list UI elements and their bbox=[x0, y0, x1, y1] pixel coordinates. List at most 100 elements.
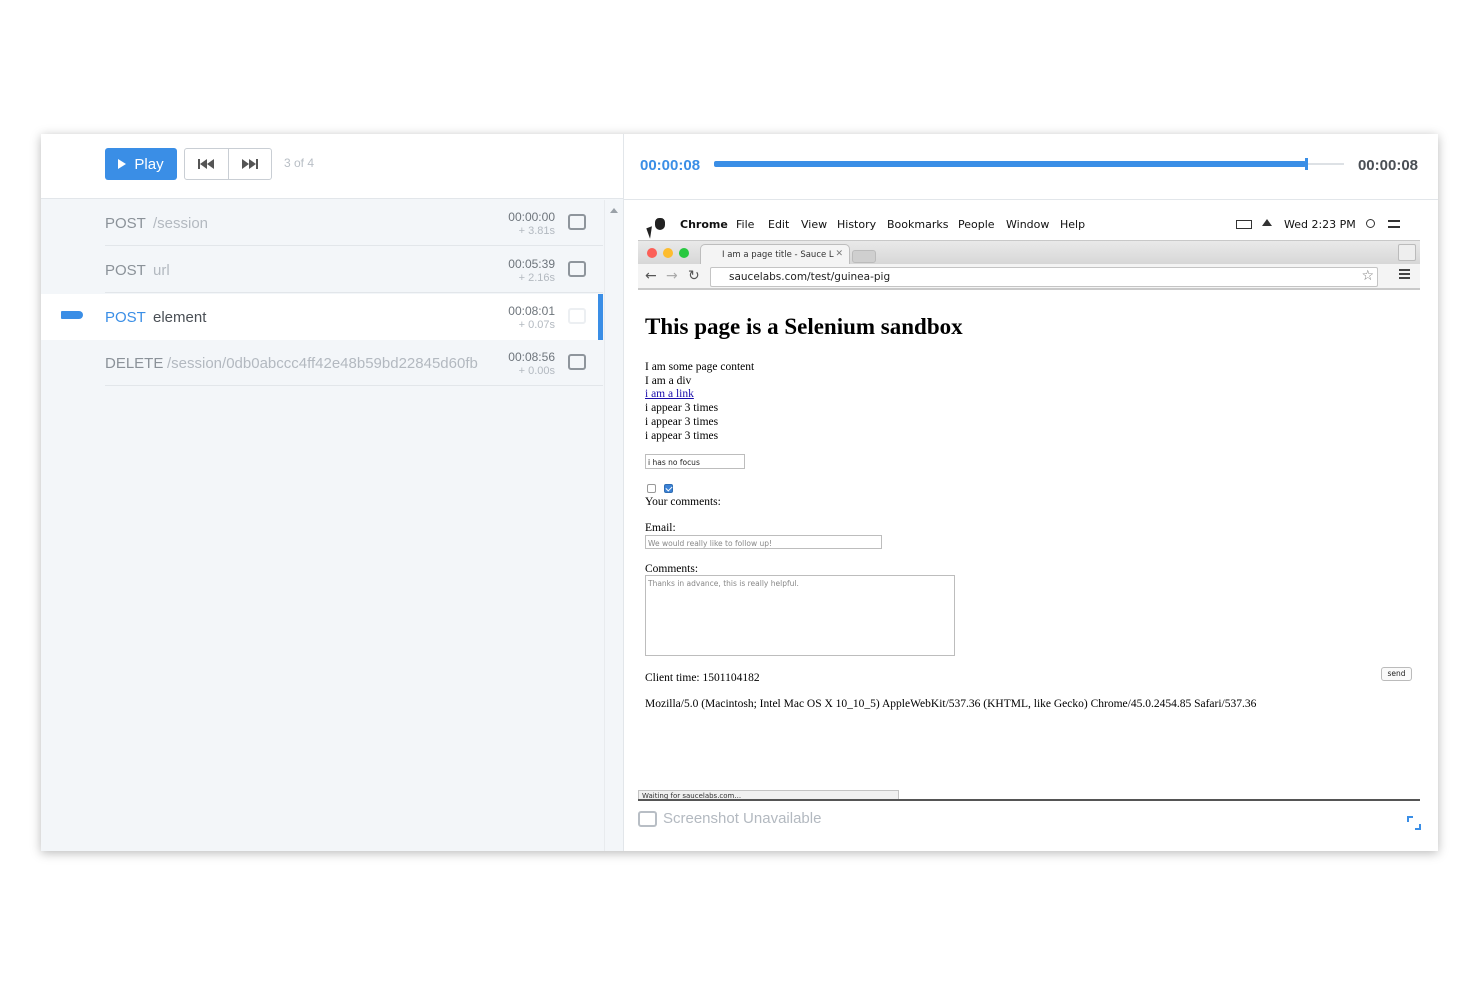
eject-icon bbox=[1262, 219, 1272, 226]
back-icon[interactable]: ← bbox=[645, 268, 657, 284]
new-tab-button[interactable] bbox=[852, 250, 876, 263]
send-button[interactable]: send bbox=[1381, 667, 1412, 681]
screenshot-icon[interactable] bbox=[568, 261, 586, 277]
command-method: POST bbox=[105, 309, 146, 326]
page-content-text: I am some page content bbox=[645, 361, 755, 373]
command-path: /session/0db0abccc4ff42e48b59bd22845d60f… bbox=[167, 355, 478, 372]
menu-item: History bbox=[837, 218, 877, 231]
email-label: Email: bbox=[645, 522, 676, 534]
replay-window: Play 3 of 4 POST /session 00:00:00 + 3.8… bbox=[41, 134, 1438, 851]
checked-checkbox[interactable] bbox=[664, 484, 673, 493]
address-bar[interactable]: saucelabs.com/test/guinea-pig bbox=[710, 267, 1378, 287]
menu-item: Edit bbox=[768, 218, 790, 231]
screenshot-icon bbox=[638, 810, 657, 827]
reload-icon[interactable]: ↻ bbox=[688, 268, 700, 284]
preview-panel: 00:00:08 00:00:08 Chrome File Edit View … bbox=[624, 134, 1438, 851]
command-panel: Play 3 of 4 POST /session 00:00:00 + 3.8… bbox=[41, 134, 623, 851]
comments-textarea[interactable]: Thanks in advance, this is really helpfu… bbox=[645, 575, 955, 656]
profile-icon[interactable] bbox=[1398, 244, 1416, 261]
menu-item: Window bbox=[1006, 218, 1050, 231]
command-row[interactable]: POST url 00:05:39 + 2.16s bbox=[41, 247, 603, 293]
previous-step-button[interactable] bbox=[185, 149, 228, 179]
command-delta: + 0.07s bbox=[518, 319, 555, 331]
screenshot-unavailable: Screenshot Unavailable bbox=[638, 810, 821, 827]
repeat-text: i appear 3 times bbox=[645, 430, 719, 442]
step-controls bbox=[184, 148, 272, 180]
timeline-current-time: 00:00:08 bbox=[640, 157, 701, 174]
command-time: 00:00:00 bbox=[508, 210, 555, 224]
mac-menu-bar: Chrome File Edit View History Bookmarks … bbox=[638, 210, 1420, 240]
mouse-cursor-icon bbox=[646, 226, 656, 239]
timeline-progress bbox=[714, 161, 1307, 167]
screenshot-icon[interactable] bbox=[568, 308, 586, 324]
browser-tab[interactable]: I am a page title - Sauce L ✕ bbox=[700, 244, 850, 265]
command-time: 00:08:01 bbox=[508, 304, 555, 318]
command-time: 00:08:56 bbox=[508, 350, 555, 364]
screenshot: Chrome File Edit View History Bookmarks … bbox=[638, 210, 1420, 801]
scroll-up-icon[interactable] bbox=[610, 208, 618, 213]
screenshot-icon[interactable] bbox=[568, 214, 586, 230]
command-row[interactable]: DELETE /session/0db0abccc4ff42e48b59bd22… bbox=[41, 340, 603, 386]
menu-app: Chrome bbox=[680, 218, 728, 231]
client-time: Client time: 1501104182 bbox=[645, 672, 760, 684]
command-delta: + 0.00s bbox=[518, 365, 555, 377]
menu-item: People bbox=[958, 218, 995, 231]
skip-back-icon bbox=[198, 159, 215, 169]
close-window-icon[interactable] bbox=[647, 248, 657, 258]
forward-icon[interactable]: → bbox=[666, 268, 678, 284]
tab-title: I am a page title - Sauce L bbox=[722, 250, 834, 260]
command-row[interactable]: POST /session 00:00:00 + 3.81s bbox=[41, 200, 603, 246]
command-method: DELETE bbox=[105, 355, 164, 372]
command-delta: + 2.16s bbox=[518, 272, 555, 284]
next-step-button[interactable] bbox=[227, 149, 272, 179]
unchecked-checkbox[interactable] bbox=[647, 484, 656, 493]
bookmark-star-icon[interactable]: ☆ bbox=[1361, 268, 1374, 284]
browser-toolbar: ← → ↻ saucelabs.com/test/guinea-pig ☆ bbox=[638, 264, 1420, 290]
apple-icon bbox=[655, 218, 665, 230]
page-heading: This page is a Selenium sandbox bbox=[645, 314, 963, 339]
command-delta: + 3.81s bbox=[518, 225, 555, 237]
current-step-marker bbox=[61, 311, 83, 319]
screenshot-bottom-border bbox=[638, 799, 1420, 801]
repeat-text: i appear 3 times bbox=[645, 416, 719, 428]
play-icon bbox=[118, 159, 127, 169]
menu-item: Help bbox=[1060, 218, 1086, 231]
menu-item: Bookmarks bbox=[887, 218, 949, 231]
repeat-text: i appear 3 times bbox=[645, 402, 719, 414]
command-path: /session bbox=[153, 215, 209, 232]
command-list-scrollbar[interactable] bbox=[604, 200, 623, 851]
command-method: POST bbox=[105, 262, 146, 279]
airplay-icon bbox=[1236, 220, 1252, 229]
play-button[interactable]: Play bbox=[105, 148, 177, 180]
page-link[interactable]: i am a link bbox=[645, 388, 694, 400]
timeline-handle[interactable] bbox=[1305, 158, 1309, 170]
command-path: element bbox=[153, 309, 207, 326]
step-counter: 3 of 4 bbox=[284, 156, 315, 170]
timeline-duration: 00:00:08 bbox=[1357, 157, 1418, 174]
menu-item: File bbox=[736, 218, 755, 231]
timeline: 00:00:08 00:00:08 bbox=[624, 134, 1438, 200]
spotlight-icon bbox=[1366, 219, 1375, 228]
play-label: Play bbox=[134, 155, 164, 173]
maximize-window-icon[interactable] bbox=[679, 248, 689, 258]
command-row-selected[interactable]: POST element 00:08:01 + 0.07s bbox=[41, 294, 603, 340]
screenshot-icon[interactable] bbox=[568, 354, 586, 370]
div-text: I am a div bbox=[645, 375, 692, 387]
no-focus-input[interactable]: i has no focus bbox=[645, 454, 745, 469]
comments-label: Comments: bbox=[645, 563, 699, 575]
user-agent-text: Mozilla/5.0 (Macintosh; Intel Mac OS X 1… bbox=[645, 698, 1257, 710]
expand-icon[interactable] bbox=[1407, 816, 1421, 830]
command-time: 00:05:39 bbox=[508, 257, 555, 271]
menu-clock: Wed 2:23 PM bbox=[1284, 218, 1356, 231]
command-list: POST /session 00:00:00 + 3.81s POST url … bbox=[41, 200, 603, 851]
timeline-scrubber[interactable] bbox=[714, 158, 1344, 170]
notification-icon bbox=[1388, 220, 1400, 228]
your-comments-label: Your comments: bbox=[645, 496, 721, 508]
minimize-window-icon[interactable] bbox=[663, 248, 673, 258]
tab-close-icon[interactable]: ✕ bbox=[835, 249, 843, 259]
selection-indicator bbox=[598, 294, 603, 340]
skip-forward-icon bbox=[241, 159, 258, 169]
web-page: This page is a Selenium sandbox I am som… bbox=[638, 292, 1420, 790]
email-field[interactable]: We would really like to follow up! bbox=[645, 535, 882, 549]
browser-menu-icon[interactable] bbox=[1399, 269, 1410, 279]
